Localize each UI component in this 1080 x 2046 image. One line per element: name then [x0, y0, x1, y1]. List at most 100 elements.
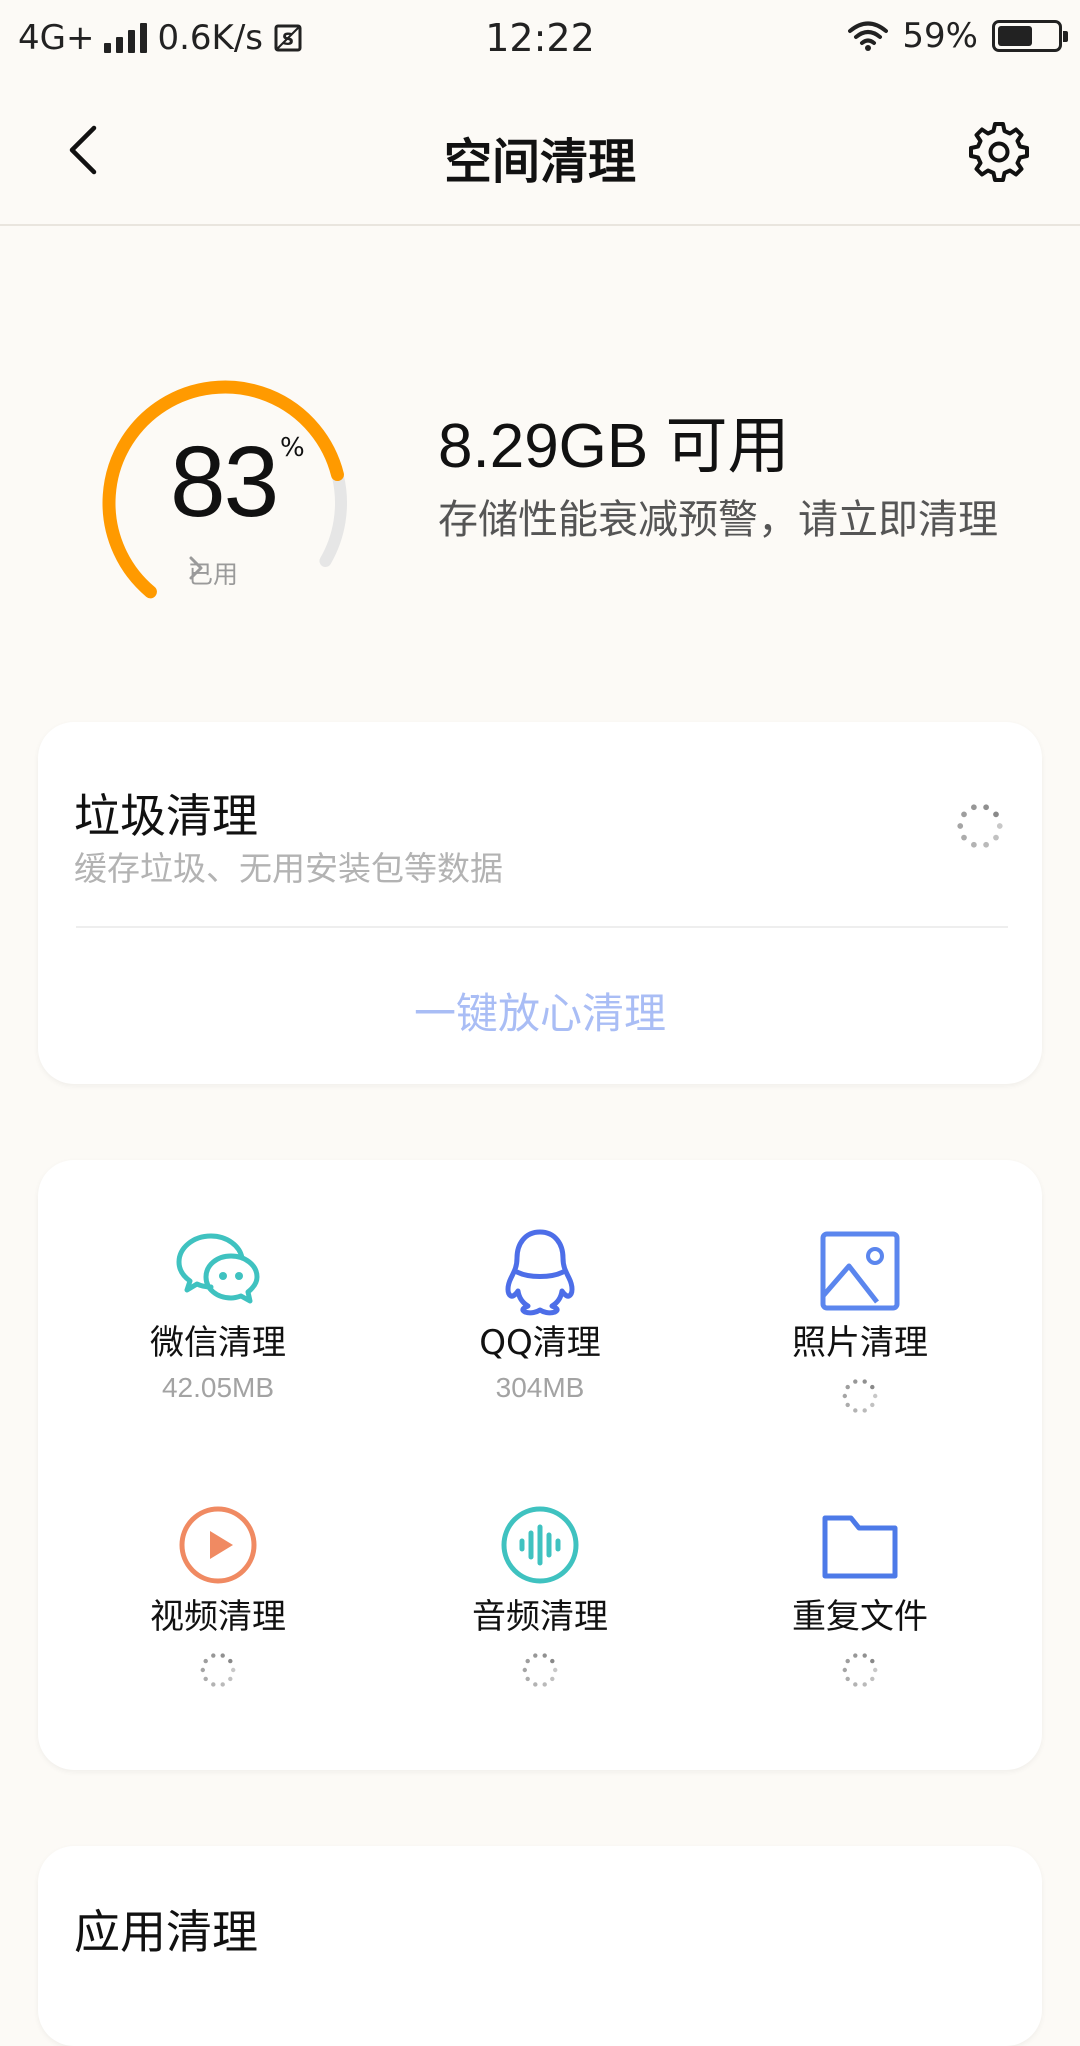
- status-bar: 4G+ 0.6K/s S 12:22 59%: [0, 0, 1080, 76]
- audio-wave-icon: [501, 1506, 579, 1584]
- status-right: 59%: [848, 16, 1068, 56]
- tool-duplicate-files[interactable]: 重复文件: [710, 1500, 1010, 1690]
- spinner-dot: [550, 1676, 555, 1682]
- folder-icon: [822, 1515, 898, 1579]
- wifi-icon: [848, 21, 889, 51]
- spinner-dot: [873, 1393, 878, 1399]
- spinner-dot: [961, 811, 967, 818]
- spinner-dot: [550, 1658, 555, 1664]
- spinner-dot: [553, 1667, 558, 1673]
- spinner-dot: [996, 823, 1003, 829]
- tool-label: 视频清理: [150, 1597, 286, 1637]
- spinner-dot: [203, 1658, 208, 1664]
- spinner-dot: [870, 1402, 875, 1408]
- storage-warning: 存储性能衰减预警，请立即清理: [438, 497, 998, 543]
- video-play-icon: [179, 1506, 257, 1584]
- spinner-dot: [870, 1658, 875, 1664]
- app-clean-card[interactable]: 应用清理: [38, 1846, 1042, 2046]
- tool-label: 重复文件: [792, 1597, 928, 1637]
- junk-description: 缓存垃圾、无用安装包等数据: [74, 849, 503, 888]
- spinner-dot: [211, 1653, 216, 1658]
- photo-icon: [820, 1231, 900, 1311]
- used-link[interactable]: 已用: [188, 555, 238, 591]
- spinner-dot: [842, 1667, 847, 1673]
- spinner-dot: [533, 1653, 538, 1658]
- tool-audio-clean[interactable]: 音频清理: [390, 1500, 690, 1690]
- spinner-dot: [525, 1676, 530, 1682]
- tool-label: QQ清理: [479, 1323, 601, 1363]
- loading-spinner-icon: [842, 1379, 878, 1413]
- spinner-dot: [842, 1393, 847, 1399]
- spinner-dot: [542, 1682, 547, 1687]
- tool-label: 微信清理: [150, 1323, 286, 1363]
- available-space: 8.29GB 可用: [438, 412, 790, 481]
- page-title: 空间清理: [443, 134, 636, 190]
- chevron-right-icon: [189, 556, 203, 580]
- storage-summary: 8.29GB 可用 存储性能衰减预警，请立即清理: [438, 412, 1038, 546]
- battery-level: [998, 26, 1033, 46]
- tool-label: 音频清理: [472, 1597, 608, 1637]
- spinner-dot: [862, 1653, 867, 1658]
- spinner-dot: [845, 1384, 850, 1390]
- used-percent-unit: %: [280, 433, 305, 463]
- tool-wechat-clean[interactable]: 微信清理 42.05MB: [68, 1226, 368, 1404]
- battery-percent: 59%: [902, 16, 978, 56]
- tool-size: 304MB: [495, 1372, 585, 1403]
- app-clean-title: 应用清理: [74, 1905, 258, 1959]
- tool-size: 42.05MB: [161, 1372, 275, 1403]
- spinner-dot: [522, 1667, 527, 1673]
- storage-gauge[interactable]: 83 % 已用: [70, 355, 380, 605]
- loading-spinner-icon: [842, 1653, 878, 1687]
- spinner-dot: [957, 823, 964, 829]
- spinner-dot: [870, 1676, 875, 1682]
- tool-photo-clean[interactable]: 照片清理: [710, 1226, 1010, 1416]
- spinner-dot: [220, 1653, 225, 1658]
- spinner-dot: [228, 1676, 233, 1682]
- spinner-dot: [220, 1682, 225, 1687]
- battery-icon: [992, 20, 1068, 52]
- spinner-dot: [200, 1667, 205, 1673]
- loading-spinner-icon: [522, 1653, 558, 1687]
- spinner-dot: [542, 1653, 547, 1658]
- spinner-dot: [971, 804, 977, 811]
- junk-title: 垃圾清理: [74, 789, 258, 843]
- spinner-dot: [231, 1667, 236, 1673]
- spinner-dot: [853, 1408, 858, 1413]
- spinner-dot: [862, 1682, 867, 1687]
- spinner-dot: [525, 1658, 530, 1664]
- spinner-dot: [870, 1384, 875, 1390]
- tool-label: 照片清理: [792, 1323, 928, 1363]
- spinner-dot: [873, 1667, 878, 1673]
- spinner-dot: [993, 811, 999, 818]
- spinner-dot: [983, 841, 989, 848]
- used-percent-value: 83: [170, 426, 279, 538]
- gear-icon: [969, 122, 1029, 182]
- tool-video-clean[interactable]: 视频清理: [68, 1500, 368, 1690]
- loading-spinner-icon: [957, 804, 1003, 848]
- spinner-dot: [853, 1653, 858, 1658]
- spinner-dot: [853, 1379, 858, 1384]
- loading-spinner-icon: [200, 1653, 236, 1687]
- wechat-icon: [176, 1233, 260, 1304]
- spinner-dot: [211, 1682, 216, 1687]
- spinner-dot: [862, 1379, 867, 1384]
- spinner-dot: [533, 1682, 538, 1687]
- tool-qq-clean[interactable]: QQ清理 304MB: [390, 1226, 690, 1404]
- spinner-dot: [845, 1658, 850, 1664]
- one-click-clean-button[interactable]: 一键放心清理: [38, 980, 1042, 1041]
- spinner-dot: [845, 1402, 850, 1408]
- spinner-dot: [203, 1676, 208, 1682]
- spinner-dot: [862, 1408, 867, 1413]
- header: 空间清理: [0, 76, 1080, 226]
- spinner-dot: [993, 834, 999, 841]
- clean-tools-card: 微信清理 42.05MB QQ清理 304MB 照片清理 视频清理 音频清理 重…: [38, 1160, 1042, 1770]
- qq-penguin-icon: [505, 1229, 575, 1316]
- junk-clean-card[interactable]: 垃圾清理 缓存垃圾、无用安装包等数据 一键放心清理: [38, 722, 1042, 1084]
- spinner-dot: [845, 1676, 850, 1682]
- spinner-dot: [971, 841, 977, 848]
- spinner-dot: [228, 1658, 233, 1664]
- spinner-dot: [983, 804, 989, 811]
- settings-button[interactable]: [968, 120, 1030, 182]
- spinner-dot: [961, 834, 967, 841]
- divider: [76, 926, 1008, 928]
